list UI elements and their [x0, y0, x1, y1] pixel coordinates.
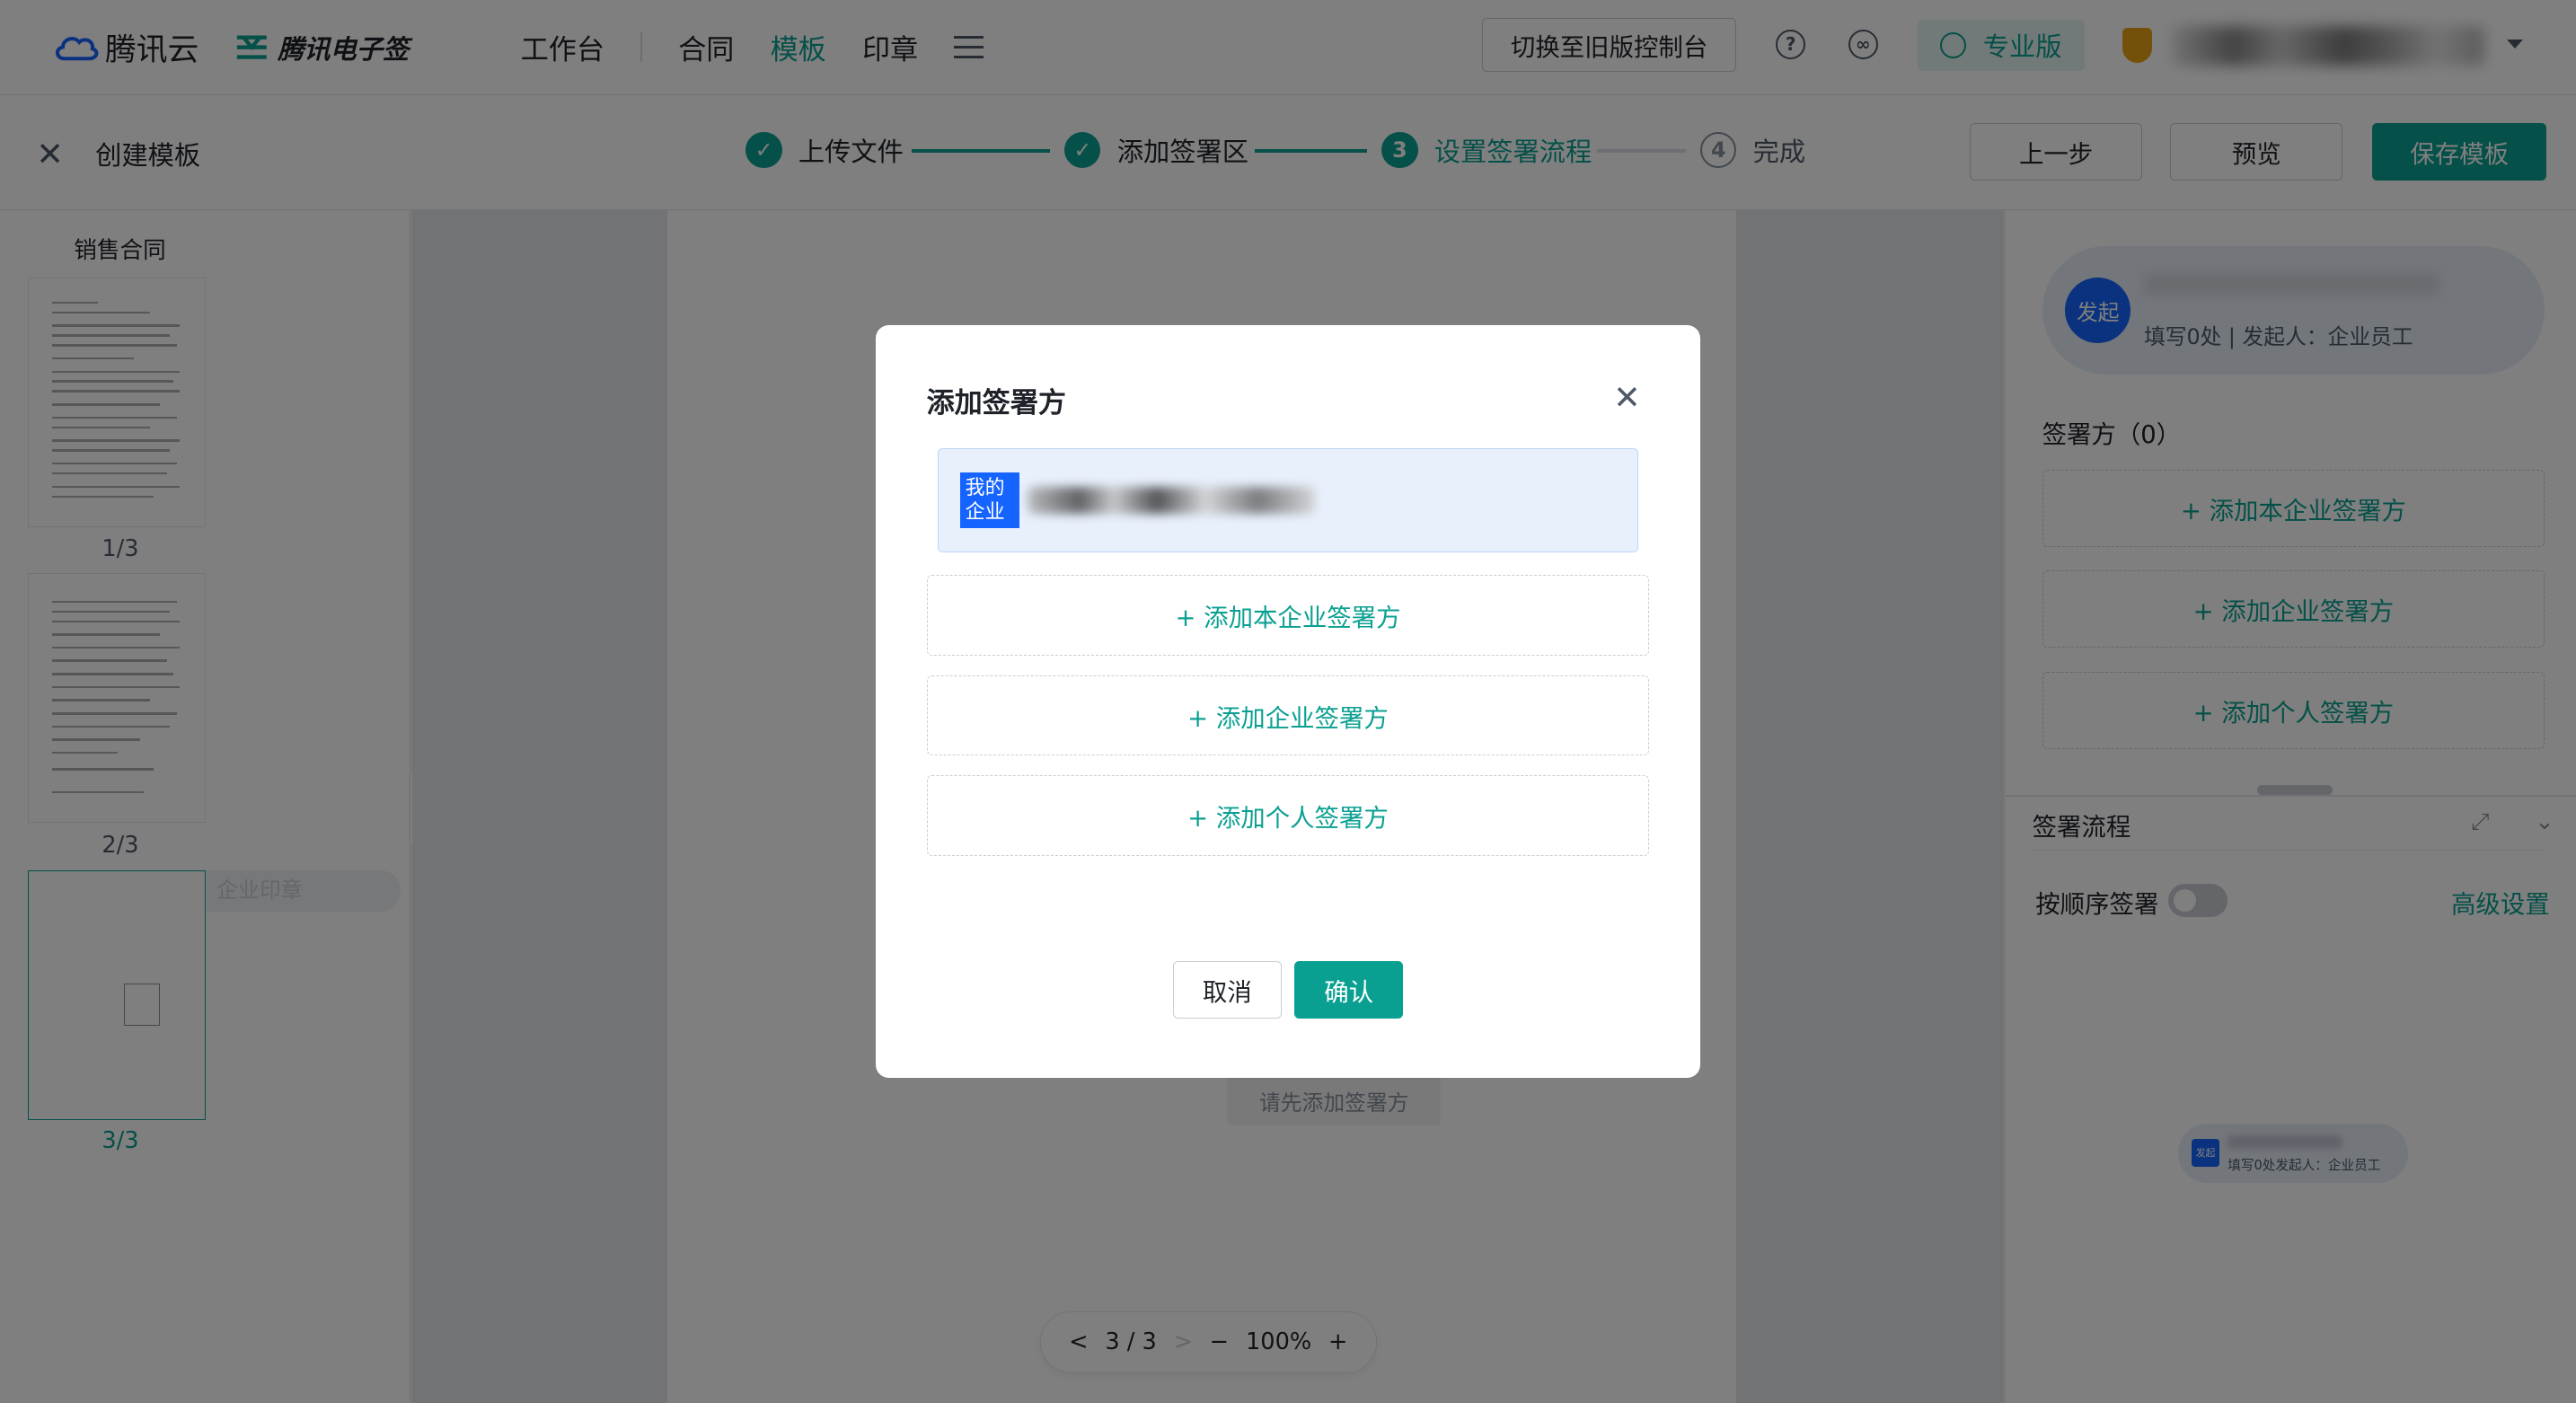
selected-signer-card[interactable]: 我的企业 [938, 448, 1638, 552]
confirm-button[interactable]: 确认 [1294, 961, 1404, 1019]
add-own-company-signer-button[interactable]: + 添加本企业签署方 [926, 575, 1650, 656]
my-company-tag: 我的企业 [960, 472, 1020, 529]
close-icon[interactable]: ✕ [1613, 378, 1641, 417]
company-name-redacted [1028, 487, 1316, 514]
add-person-signer-button[interactable]: + 添加个人签署方 [926, 775, 1650, 856]
dialog-title: 添加签署方 [926, 386, 1066, 419]
add-company-signer-button[interactable]: + 添加企业签署方 [926, 675, 1650, 756]
add-signer-dialog: 添加签署方 ✕ 我的企业 + 添加本企业签署方 + 添加企业签署方 + 添加个人… [875, 325, 1701, 1078]
cancel-button[interactable]: 取消 [1172, 961, 1282, 1019]
